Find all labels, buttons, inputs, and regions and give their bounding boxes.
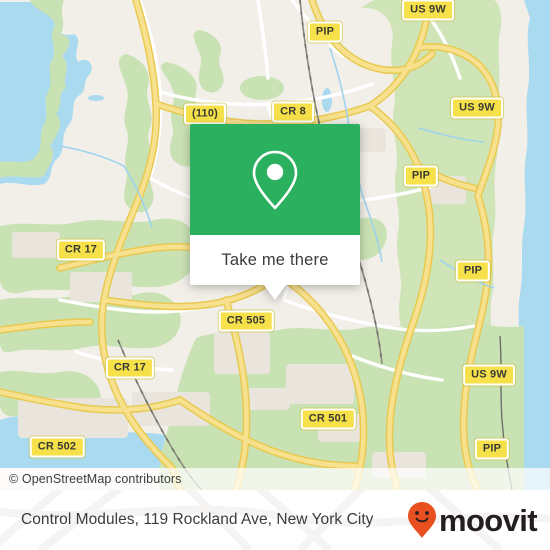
road-shield: CR 17 [56, 239, 106, 261]
road-shield: CR 505 [218, 310, 274, 332]
location-title: Control Modules, 119 Rockland Ave, New Y… [21, 511, 374, 528]
road-shield: PIP [403, 165, 439, 187]
moovit-wordmark: moovit [438, 502, 538, 538]
road-shield: US 9W [402, 0, 454, 21]
location-popup-card[interactable]: Take me there [190, 124, 360, 300]
road-shield: US 9W [451, 97, 503, 119]
location-pin-icon [252, 150, 298, 209]
map-attribution: © OpenStreetMap contributors [0, 468, 550, 490]
take-me-there-label: Take me there [221, 250, 329, 269]
footer-bar: Control Modules, 119 Rockland Ave, New Y… [0, 490, 550, 550]
road-shield: (110) [183, 103, 227, 125]
road-shield: PIP [474, 438, 510, 460]
popup-header [190, 124, 360, 235]
road-shield: CR 17 [105, 357, 155, 379]
road-shield: CR 8 [272, 101, 314, 123]
moovit-smiley-pin-icon [407, 502, 436, 538]
take-me-there-button[interactable]: Take me there [190, 235, 360, 285]
road-shield: CR 501 [300, 408, 356, 430]
road-shield: PIP [455, 260, 491, 282]
road-shield: CR 502 [29, 436, 85, 458]
attribution-text: © OpenStreetMap contributors [9, 472, 182, 486]
popup-pointer [264, 285, 286, 300]
road-shield: US 9W [463, 364, 515, 386]
moovit-logo[interactable]: moovit [407, 501, 538, 539]
map-screenshot: US 9W PIP (110) CR 8 US 9W PIP PIP CR 17 CR 505 C… [0, 0, 550, 550]
road-shield: PIP [307, 21, 343, 43]
